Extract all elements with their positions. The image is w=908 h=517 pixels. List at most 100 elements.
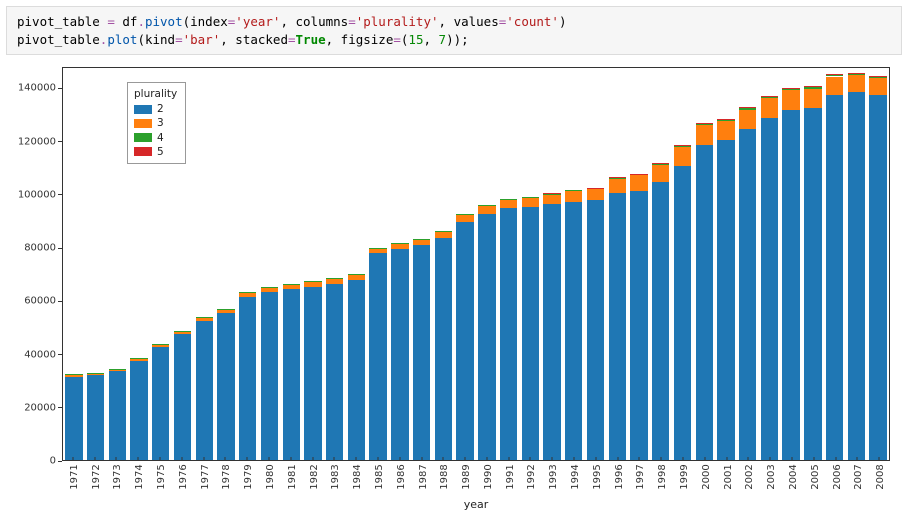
bar-1978 <box>215 68 237 460</box>
bars-layer <box>63 68 889 460</box>
bar-seg-3 <box>283 284 300 289</box>
legend-swatch-icon <box>134 105 152 114</box>
bar-1993 <box>541 68 563 460</box>
legend-title: plurality <box>134 87 177 101</box>
bar-seg-4 <box>630 174 647 175</box>
bar-seg-3 <box>196 317 213 321</box>
bar-seg-2 <box>217 313 234 460</box>
bar-seg-2 <box>87 375 104 460</box>
bar-seg-3 <box>174 331 191 334</box>
bar-seg-2 <box>369 253 386 460</box>
bar-1982 <box>302 68 324 460</box>
bar-seg-3 <box>761 98 778 118</box>
legend-label: 2 <box>157 102 164 116</box>
legend-swatch-icon <box>134 119 152 128</box>
x-tick-label: 1991 <box>505 464 516 489</box>
bar-seg-2 <box>239 297 256 460</box>
bar-seg-4 <box>782 88 799 90</box>
bar-2004 <box>780 68 802 460</box>
legend-swatch-icon <box>134 147 152 156</box>
bar-seg-2 <box>283 289 300 460</box>
x-tick-label: 2002 <box>744 464 755 489</box>
bar-seg-3 <box>152 344 169 347</box>
bar-seg-4 <box>674 146 691 148</box>
bar-seg-2 <box>65 377 82 460</box>
bar-1987 <box>411 68 433 460</box>
bar-seg-3 <box>369 248 386 254</box>
bar-1989 <box>454 68 476 460</box>
legend-entry-5: 5 <box>134 145 177 159</box>
bar-1985 <box>367 68 389 460</box>
y-tick-label: 120000 <box>8 136 56 147</box>
bar-2006 <box>824 68 846 460</box>
bar-seg-3 <box>522 198 539 208</box>
bar-seg-3 <box>456 214 473 221</box>
bar-seg-4 <box>478 205 495 206</box>
bar-seg-4 <box>869 76 886 78</box>
bar-seg-2 <box>304 287 321 460</box>
bar-seg-3 <box>782 90 799 110</box>
bar-seg-2 <box>522 207 539 460</box>
x-tick-label: 1984 <box>352 464 363 489</box>
bar-seg-2 <box>652 182 669 460</box>
bar-1990 <box>476 68 498 460</box>
bar-seg-2 <box>717 140 734 460</box>
bar-seg-2 <box>435 238 452 460</box>
x-tick-label: 1972 <box>91 464 102 489</box>
bar-2001 <box>715 68 737 460</box>
bar-1972 <box>85 68 107 460</box>
bar-seg-3 <box>565 191 582 202</box>
x-axis-label: year <box>62 498 890 511</box>
bar-2008 <box>867 68 889 460</box>
x-tick-label: 1990 <box>483 464 494 489</box>
bar-seg-4 <box>848 73 865 75</box>
bar-seg-3 <box>587 189 604 201</box>
bar-seg-2 <box>674 166 691 460</box>
x-tick-label: 2003 <box>766 464 777 489</box>
x-tick-label: 2004 <box>788 464 799 489</box>
bar-seg-3 <box>696 125 713 144</box>
x-tick-label: 2007 <box>853 464 864 489</box>
bar-seg-2 <box>348 280 365 460</box>
x-tick-label: 1973 <box>112 464 123 489</box>
code-cell: pivot_table = df.pivot(index='year', col… <box>6 6 902 55</box>
legend-swatch-icon <box>134 133 152 142</box>
bar-seg-2 <box>261 292 278 460</box>
x-tick-label: 1999 <box>679 464 690 489</box>
bar-seg-3 <box>87 373 104 375</box>
bar-seg-2 <box>609 193 626 461</box>
bar-seg-3 <box>261 287 278 292</box>
x-tick-label: 1978 <box>221 464 232 489</box>
legend-entry-3: 3 <box>134 116 177 130</box>
bar-seg-2 <box>826 95 843 461</box>
bar-2002 <box>737 68 759 460</box>
y-axis-ticks: 020000400006000080000100000120000140000 <box>6 67 62 461</box>
x-tick-label: 1983 <box>330 464 341 489</box>
x-tick-label: 2008 <box>875 464 886 489</box>
bar-seg-2 <box>804 108 821 460</box>
bar-seg-3 <box>109 369 126 372</box>
x-tick-label: 1987 <box>418 464 429 489</box>
legend-entry-4: 4 <box>134 131 177 145</box>
bar-seg-2 <box>869 95 886 461</box>
bar-seg-3 <box>652 165 669 182</box>
x-tick-label: 1980 <box>265 464 276 489</box>
bar-2005 <box>802 68 824 460</box>
bar-seg-3 <box>717 121 734 140</box>
bar-seg-3 <box>804 89 821 108</box>
bar-seg-4 <box>565 190 582 191</box>
bar-seg-2 <box>109 371 126 460</box>
bar-seg-2 <box>565 202 582 460</box>
x-tick-label: 1998 <box>657 464 668 489</box>
x-tick-label: 1992 <box>526 464 537 489</box>
bar-seg-4 <box>500 199 517 200</box>
bar-1977 <box>193 68 215 460</box>
bar-seg-2 <box>326 284 343 460</box>
bar-seg-2 <box>130 361 147 460</box>
bar-seg-3 <box>609 179 626 193</box>
bar-seg-2 <box>391 249 408 460</box>
bar-seg-3 <box>391 244 408 250</box>
bar-seg-2 <box>782 110 799 460</box>
bar-seg-4 <box>717 119 734 121</box>
x-tick-label: 1993 <box>548 464 559 489</box>
